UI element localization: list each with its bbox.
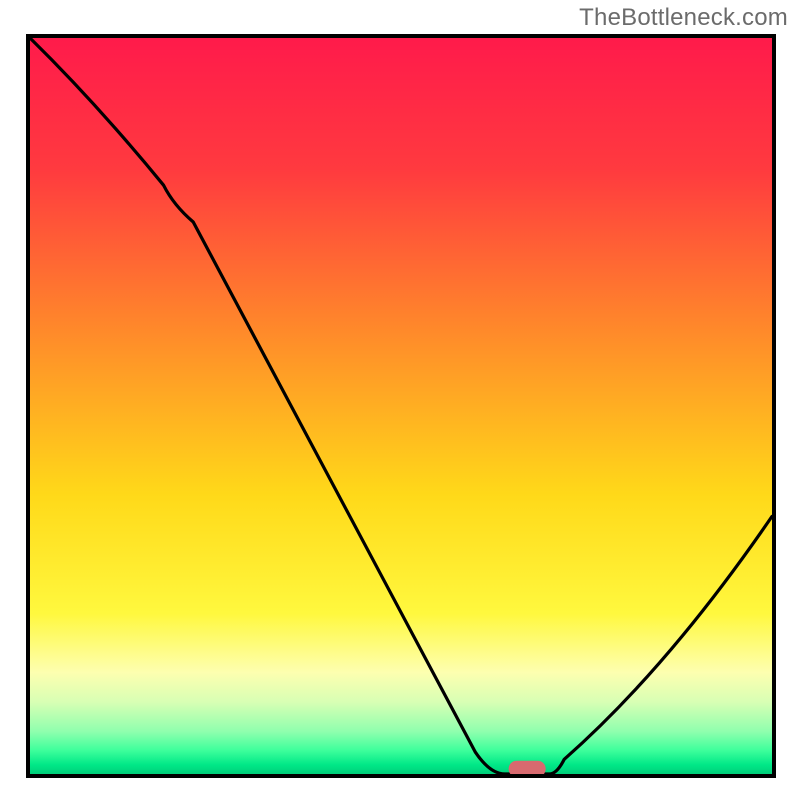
chart-container: TheBottleneck.com [0,0,800,800]
bottleneck-chart [0,0,800,800]
watermark-text: TheBottleneck.com [579,4,788,32]
plot-background [28,36,774,776]
